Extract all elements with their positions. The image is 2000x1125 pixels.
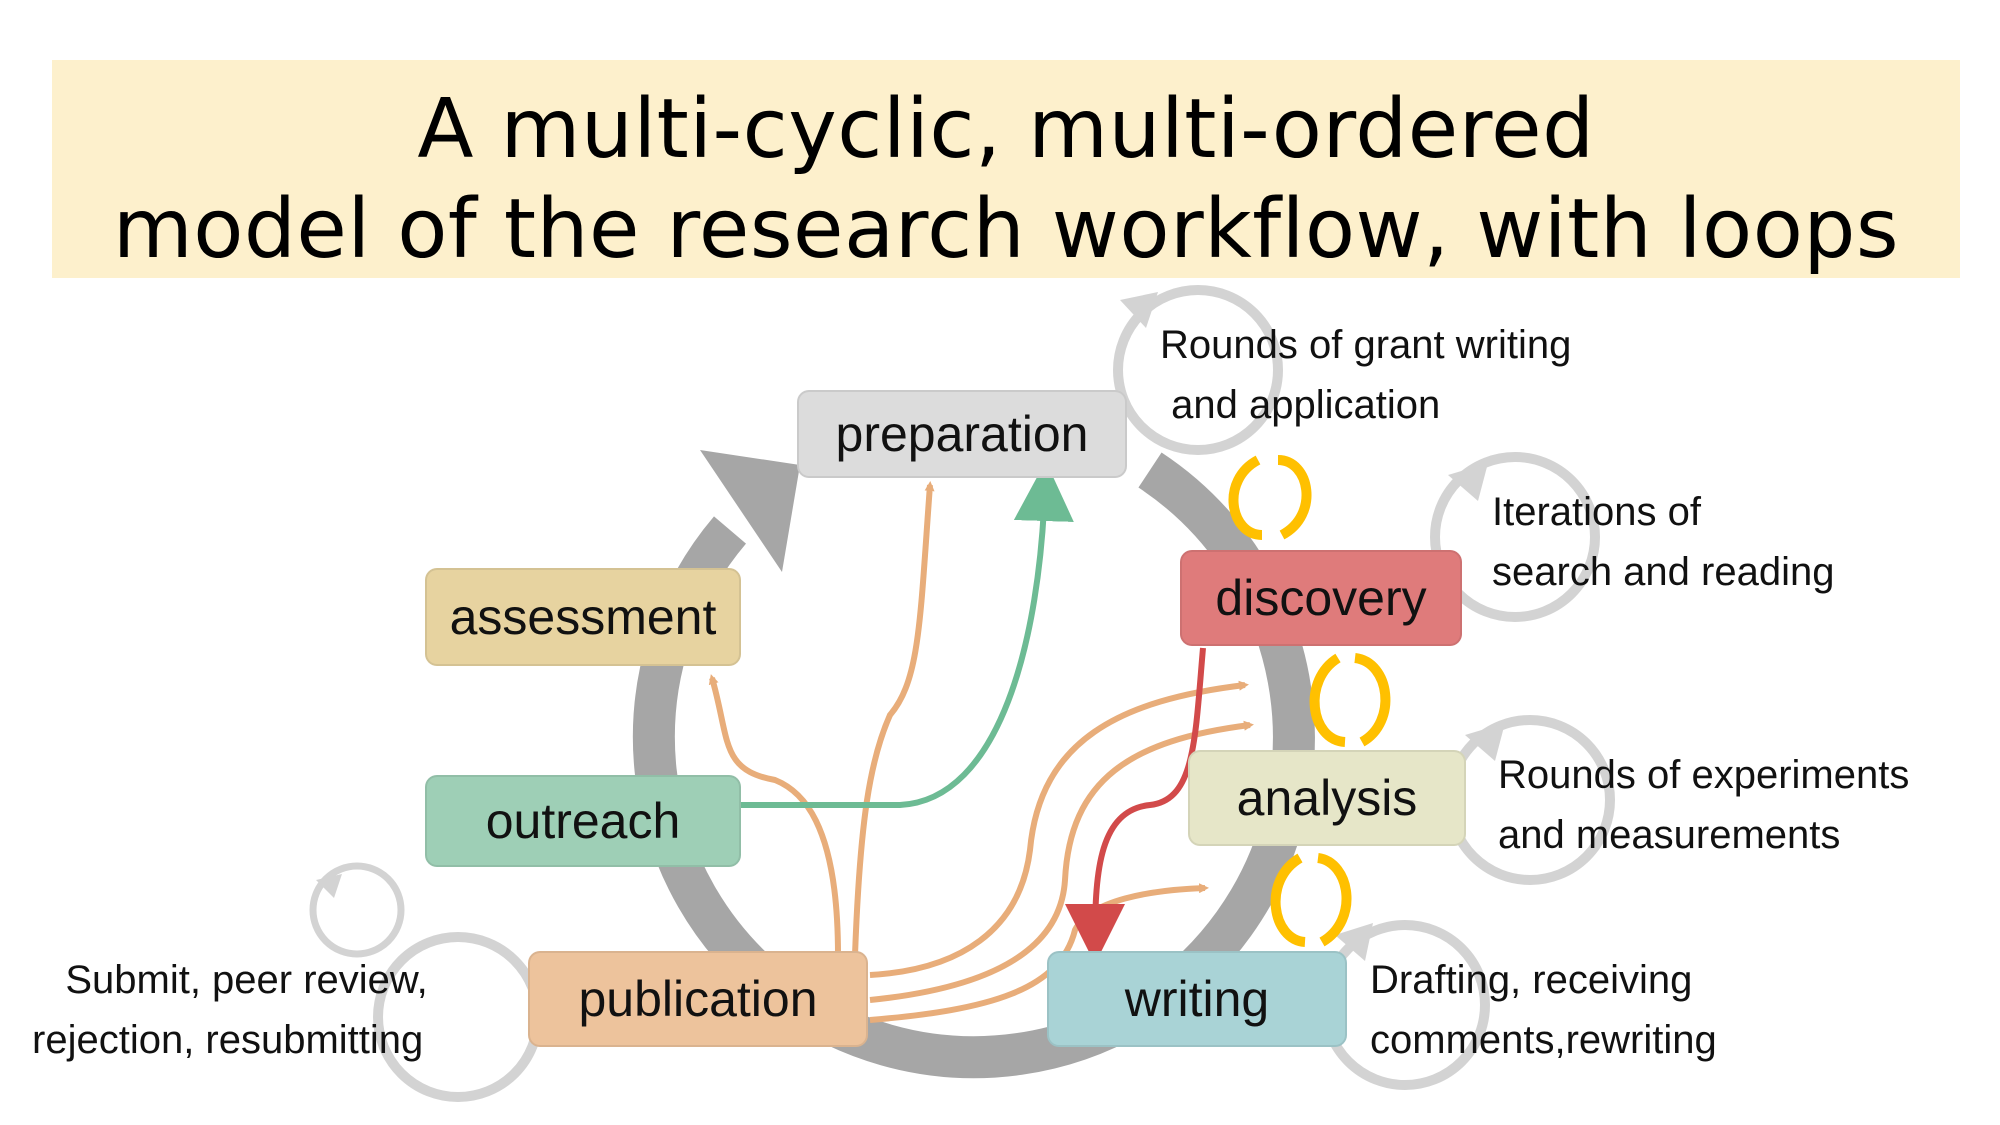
node-preparation: preparation — [797, 390, 1127, 478]
exchange-discovery-analysis — [1309, 653, 1391, 747]
edge-publication-to-preparation-orange — [852, 481, 935, 956]
node-assessment-label: assessment — [449, 589, 717, 645]
note-preparation: Rounds of grant writing and application — [1160, 323, 1572, 427]
node-writing-label: writing — [1124, 971, 1270, 1027]
note-discovery: Iterations of search and reading — [1492, 490, 1835, 594]
exchange-preparation-discovery — [1228, 455, 1312, 540]
node-discovery: discovery — [1180, 550, 1462, 646]
node-discovery-label: discovery — [1215, 570, 1427, 626]
note-analysis: Rounds of experiments and measurements — [1498, 753, 1910, 857]
node-preparation-label: preparation — [835, 406, 1089, 462]
node-analysis-label: analysis — [1236, 770, 1418, 826]
node-publication: publication — [528, 951, 868, 1047]
note-writing: Drafting, receiving comments,rewriting — [1370, 958, 1717, 1062]
node-publication-label: publication — [578, 971, 818, 1027]
node-assessment: assessment — [425, 568, 741, 666]
note-publication: Submit, peer review, rejection, resubmit… — [32, 958, 428, 1062]
exchange-analysis-writing — [1270, 853, 1352, 947]
node-writing: writing — [1047, 951, 1347, 1047]
node-outreach: outreach — [425, 775, 741, 867]
node-analysis: analysis — [1188, 750, 1466, 846]
node-outreach-label: outreach — [485, 793, 681, 849]
